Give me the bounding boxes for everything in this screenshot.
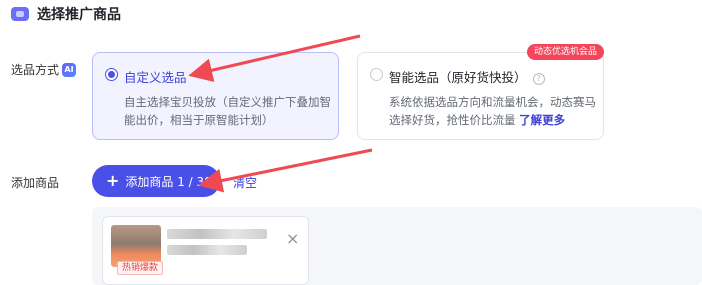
arrow-to-add-product — [198, 148, 373, 193]
arrow-to-custom-selection — [188, 34, 361, 82]
annotation-arrows — [188, 34, 373, 193]
